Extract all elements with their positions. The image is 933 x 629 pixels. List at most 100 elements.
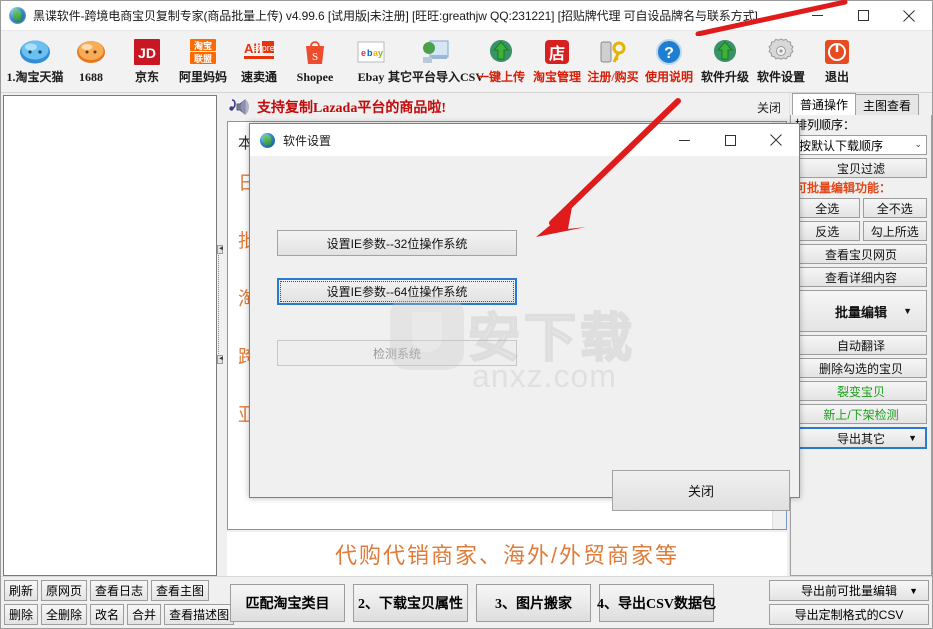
batch-functions-header: 可批量编辑功能： [795, 181, 892, 195]
toolbar-item-1688[interactable]: 1688 [63, 31, 119, 91]
product-filter-button[interactable]: 宝贝过滤 [795, 158, 927, 178]
notice-bar: 支持复制Lazada平台的商品啦! 关闭 [223, 93, 789, 121]
toolbar-item-settings[interactable]: 软件设置 [753, 31, 809, 91]
split-product-button[interactable]: 裂变宝贝 [795, 381, 927, 401]
delete-checked-button[interactable]: 删除勾选的宝贝 [795, 358, 927, 378]
maximize-button[interactable] [840, 1, 886, 30]
toolbar-item-help[interactable]: ? 使用说明 [641, 31, 697, 91]
toolbar-item-shopee[interactable]: S Shopee [287, 31, 343, 91]
sort-order-value: 按默认下载顺序 [799, 138, 884, 153]
toolbar-item-upload[interactable]: 一键上传 [473, 31, 529, 91]
notice-close-link[interactable]: 关闭 [757, 99, 781, 116]
batch-edit-label: 批量编辑 [834, 304, 887, 320]
taobao-tmall-icon [18, 35, 52, 69]
chevron-down-icon: ▼ [908, 433, 917, 443]
tab-normal-operations[interactable]: 普通操作 [792, 93, 857, 115]
toolbar-label: 1.淘宝天猫 [6, 70, 64, 84]
toolbar-label: Ebay [357, 70, 385, 84]
selection-row-1: 全选 全不选 [795, 198, 927, 218]
bottom-left-row-1: 刷新 原网页 查看日志 查看主图 [4, 580, 216, 601]
svg-text:e: e [361, 48, 366, 58]
toolbar-item-upgrade[interactable]: 软件升级 [697, 31, 753, 91]
toolbar-item-shop-manage[interactable]: 店 淘宝管理 [529, 31, 585, 91]
app-globe-icon [9, 7, 26, 24]
invert-selection-button[interactable]: 反选 [795, 221, 860, 241]
rename-button[interactable]: 改名 [90, 604, 125, 625]
check-selected-button[interactable]: 勾上所选 [862, 221, 927, 241]
product-list-panel[interactable] [3, 95, 217, 576]
match-taobao-category-button[interactable]: 匹配淘宝类目 [230, 583, 345, 622]
title-bar: 黑谍软件-跨境电商宝贝复制专家(商品批量上传) v4.99.6 [试用版|未注册… [1, 1, 932, 31]
software-settings-dialog[interactable]: 软件设置 安下载 anxz.com 设置IE参数--32位操作系统 设置IE参数… [249, 123, 800, 511]
minimize-button[interactable] [794, 1, 840, 30]
dialog-maximize-button[interactable] [707, 124, 753, 156]
toolbar-label: 注册/购买 [587, 70, 639, 84]
dialog-title-bar: 软件设置 [250, 124, 799, 156]
toolbar-item-jd[interactable]: JD 京东 [119, 31, 175, 91]
toolbar-item-aliexpress[interactable]: Ali express 速卖通 [231, 31, 287, 91]
sort-order-select[interactable]: 按默认下载顺序 ⌄ [795, 135, 927, 155]
chevron-down-icon: ▼ [903, 306, 912, 316]
shop-icon: 店 [540, 35, 574, 69]
bottom-toolbar: 刷新 原网页 查看日志 查看主图 删除 全删除 改名 合并 查看描述图 匹配淘宝… [1, 576, 932, 628]
toolbar-label: 京东 [134, 70, 159, 84]
detect-system-button[interactable]: 检测系统 [277, 340, 517, 366]
toolbar-item-import-csv[interactable]: 其它平台导入CSV [388, 31, 484, 91]
toolbar-item-register[interactable]: 注册/购买 [585, 31, 641, 91]
delete-button[interactable]: 删除 [4, 604, 39, 625]
set-ie-params-32bit-button[interactable]: 设置IE参数--32位操作系统 [277, 230, 517, 256]
batch-edit-dropdown[interactable]: 批量编辑 ▼ [795, 290, 927, 332]
toolbar-label: 1688 [79, 70, 103, 84]
download-attributes-button[interactable]: 2、下载宝贝属性 [353, 583, 468, 622]
view-log-button[interactable]: 查看日志 [90, 580, 149, 601]
dialog-close-button[interactable] [753, 124, 799, 156]
toolbar-item-taobao-tmall[interactable]: 1.淘宝天猫 [6, 31, 64, 91]
svg-text:淘宝: 淘宝 [194, 40, 212, 51]
svg-text:y: y [378, 48, 383, 58]
upload-icon [484, 35, 518, 69]
pre-export-batch-edit-label: 导出前可批量编辑 [800, 584, 897, 598]
export-custom-csv-button[interactable]: 导出定制格式的CSV [769, 604, 929, 625]
close-button[interactable] [886, 1, 932, 30]
dialog-minimize-button[interactable] [661, 124, 707, 156]
delete-all-button[interactable]: 全删除 [41, 604, 88, 625]
sidebar-content: 排列顺序： 按默认下载顺序 ⌄ 宝贝过滤 可批量编辑功能： 全选 全不选 反选 … [790, 115, 932, 576]
upgrade-icon [708, 35, 742, 69]
tab-main-image-view[interactable]: 主图查看 [855, 94, 920, 115]
select-none-button[interactable]: 全不选 [862, 198, 927, 218]
dialog-window-controls [661, 124, 799, 156]
gear-icon [764, 35, 798, 69]
export-csv-package-button[interactable]: 4、导出CSV数据包 [597, 583, 716, 622]
shopee-icon: S [298, 35, 332, 69]
app-globe-icon [260, 132, 275, 148]
sort-order-label: 排列顺序： [795, 118, 856, 132]
view-main-image-button[interactable]: 查看主图 [151, 580, 210, 601]
svg-text:S: S [312, 51, 318, 63]
toolbar-item-exit[interactable]: 退出 [809, 31, 865, 91]
bottom-left-group: 刷新 原网页 查看日志 查看主图 删除 全删除 改名 合并 查看描述图 [4, 580, 235, 625]
window-title: 黑谍软件-跨境电商宝贝复制专家(商品批量上传) v4.99.6 [试用版|未注册… [33, 9, 758, 23]
shelf-check-button[interactable]: 新上/下架检测 [795, 404, 927, 424]
merge-button[interactable]: 合并 [127, 604, 162, 625]
select-all-button[interactable]: 全选 [795, 198, 860, 218]
view-detail-button[interactable]: 查看详细内容 [795, 267, 927, 287]
toolbar-label: 一键上传 [476, 70, 525, 84]
refresh-button[interactable]: 刷新 [4, 580, 39, 601]
aliexpress-icon: Ali express [242, 35, 276, 69]
auto-translate-button[interactable]: 自动翻译 [795, 335, 927, 355]
export-other-dropdown[interactable]: 导出其它 ▼ [795, 427, 927, 449]
operations-sidebar: 普通操作 主图查看 排列顺序： 按默认下载顺序 ⌄ 宝贝过滤 可批量编辑功能： … [789, 93, 932, 576]
dialog-close-action-button[interactable]: 关闭 [612, 470, 790, 511]
original-page-button[interactable]: 原网页 [41, 580, 88, 601]
set-ie-params-64bit-button[interactable]: 设置IE参数--64位操作系统 [277, 278, 517, 305]
power-icon [820, 35, 854, 69]
image-migration-button[interactable]: 3、图片搬家 [476, 583, 591, 622]
pre-export-batch-edit-dropdown[interactable]: 导出前可批量编辑 ▼ [769, 580, 929, 601]
speaker-icon [229, 98, 251, 116]
view-product-page-button[interactable]: 查看宝贝网页 [795, 244, 927, 264]
toolbar-label: 速卖通 [240, 70, 277, 84]
toolbar-label: 软件设置 [756, 70, 805, 84]
toolbar-item-alimama[interactable]: 淘宝 联盟 阿里妈妈 [175, 31, 231, 91]
notice-text: 支持复制Lazada平台的商品啦! [257, 101, 446, 116]
bottom-right-group: 导出前可批量编辑 ▼ 导出定制格式的CSV [769, 580, 929, 625]
